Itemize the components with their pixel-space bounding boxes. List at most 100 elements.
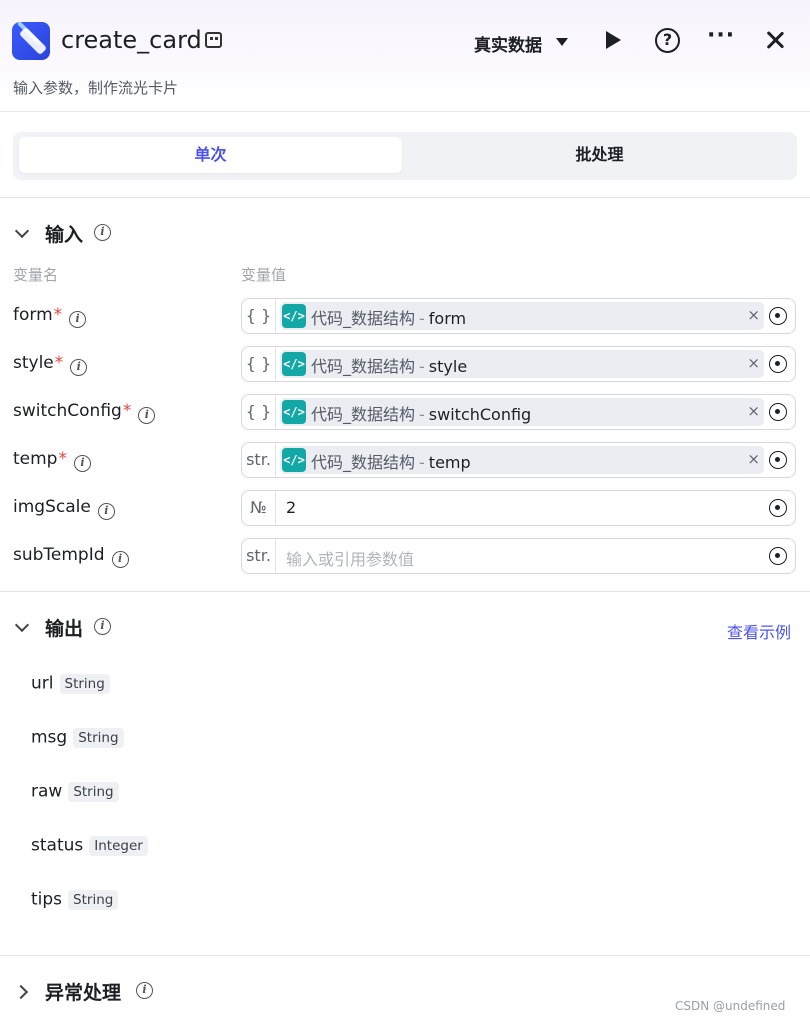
- output-name: tips: [31, 889, 63, 910]
- param-row: switchConfig* i{ } </> 代码_数据结构 - switchConfig…: [0, 394, 810, 430]
- node-header: create_card 真实数据 ? ··· 输入参数，制作流光卡片: [0, 0, 810, 112]
- reference-label: 代码_数据结构 - form: [311, 305, 466, 329]
- param-name-label: subTempId: [13, 545, 105, 565]
- param-name: imgScale i: [13, 497, 115, 520]
- variable-reference-chip[interactable]: </> 代码_数据结构 - temp ×: [280, 446, 764, 474]
- variable-picker-icon[interactable]: [769, 355, 787, 373]
- remove-reference-icon[interactable]: ×: [747, 354, 760, 372]
- output-type-badge: Integer: [89, 835, 148, 856]
- variable-reference-chip[interactable]: </> 代码_数据结构 - form ×: [280, 302, 764, 330]
- param-row: subTempId i str. 输入或引用参数值: [0, 538, 810, 574]
- param-row: imgScale i № 2: [0, 490, 810, 526]
- reference-variable: temp: [428, 453, 471, 472]
- param-name: temp* i: [13, 449, 91, 472]
- type-tag[interactable]: { }: [242, 299, 276, 333]
- reference-separator: -: [419, 453, 425, 472]
- info-icon[interactable]: i: [94, 618, 111, 635]
- param-value-field[interactable]: str. 输入或引用参数值: [241, 538, 796, 574]
- watermark: CSDN @undefined: [675, 999, 786, 1013]
- param-name-label: temp: [13, 449, 58, 469]
- type-tag[interactable]: №: [242, 491, 276, 525]
- code-icon: </>: [282, 352, 306, 376]
- variable-picker-icon[interactable]: [769, 307, 787, 325]
- robot-icon[interactable]: [205, 32, 222, 48]
- param-name: form* i: [13, 305, 87, 328]
- required-mark: *: [122, 401, 132, 421]
- reference-separator: -: [419, 405, 425, 424]
- type-tag[interactable]: str.: [242, 443, 276, 477]
- param-value-field[interactable]: str. </> 代码_数据结构 - temp ×: [241, 442, 796, 478]
- param-name-label: form: [13, 305, 53, 325]
- param-value-field[interactable]: № 2: [241, 490, 796, 526]
- reference-separator: -: [419, 357, 425, 376]
- reference-variable: form: [428, 309, 467, 328]
- output-row: msg String: [31, 727, 124, 753]
- tab-batch[interactable]: 批处理: [408, 137, 791, 173]
- output-name: raw: [31, 781, 63, 802]
- param-value-field[interactable]: { } </> 代码_数据结构 - form ×: [241, 298, 796, 334]
- chevron-down-icon[interactable]: [14, 223, 30, 239]
- output-type-badge: String: [68, 781, 119, 802]
- play-icon[interactable]: [606, 31, 621, 49]
- divider: [0, 197, 810, 198]
- column-header-value: 变量值: [241, 266, 287, 284]
- remove-reference-icon[interactable]: ×: [747, 306, 760, 324]
- param-value-input[interactable]: 输入或引用参数值: [286, 546, 414, 570]
- reference-node: 代码_数据结构: [311, 453, 416, 472]
- type-tag[interactable]: str.: [242, 539, 276, 573]
- info-icon[interactable]: i: [73, 455, 91, 472]
- chevron-down-icon[interactable]: [14, 617, 30, 633]
- node-description: 输入参数，制作流光卡片: [13, 79, 179, 97]
- reference-label: 代码_数据结构 - switchConfig: [311, 401, 531, 425]
- remove-reference-icon[interactable]: ×: [747, 402, 760, 420]
- close-icon[interactable]: [763, 28, 787, 52]
- tab-single[interactable]: 单次: [19, 137, 402, 173]
- variable-picker-icon[interactable]: [769, 547, 787, 565]
- variable-reference-chip[interactable]: </> 代码_数据结构 - style ×: [280, 350, 764, 378]
- reference-variable: style: [428, 357, 468, 376]
- type-tag[interactable]: { }: [242, 347, 276, 381]
- column-header-name: 变量名: [13, 266, 59, 284]
- input-section-title: 输入: [45, 224, 84, 246]
- output-row: tips String: [31, 889, 119, 915]
- more-icon[interactable]: ···: [707, 25, 735, 47]
- info-icon[interactable]: i: [94, 224, 111, 241]
- chevron-right-icon[interactable]: [13, 984, 29, 1000]
- param-name: switchConfig* i: [13, 401, 156, 424]
- param-value-field[interactable]: { } </> 代码_数据结构 - style ×: [241, 346, 796, 382]
- param-row: style* i { } </> 代码_数据结构 - style ×: [0, 346, 810, 382]
- info-icon[interactable]: i: [136, 982, 153, 999]
- data-mode-select[interactable]: 真实数据: [474, 31, 542, 56]
- param-name: style* i: [13, 353, 88, 376]
- type-tag[interactable]: { }: [242, 395, 276, 429]
- param-name-label: imgScale: [13, 497, 91, 517]
- app-logo-icon: [12, 22, 50, 60]
- param-value-input[interactable]: 2: [286, 498, 296, 517]
- param-value-field[interactable]: { } </> 代码_数据结构 - switchConfig ×: [241, 394, 796, 430]
- variable-picker-icon[interactable]: [769, 451, 787, 469]
- variable-reference-chip[interactable]: </> 代码_数据结构 - switchConfig ×: [280, 398, 764, 426]
- info-icon[interactable]: i: [70, 359, 88, 376]
- reference-node: 代码_数据结构: [311, 357, 416, 376]
- output-name: url: [31, 673, 54, 694]
- output-type-badge: String: [59, 673, 110, 694]
- code-icon: </>: [282, 400, 306, 424]
- divider: [0, 591, 810, 592]
- caret-down-icon[interactable]: [556, 38, 568, 46]
- required-mark: *: [53, 305, 63, 325]
- info-icon[interactable]: i: [69, 311, 87, 328]
- reference-separator: -: [419, 309, 425, 328]
- info-icon[interactable]: i: [138, 407, 156, 424]
- variable-picker-icon[interactable]: [769, 403, 787, 421]
- info-icon[interactable]: i: [97, 503, 115, 520]
- variable-picker-icon[interactable]: [769, 499, 787, 517]
- param-row: temp* i str. </> 代码_数据结构 - temp ×: [0, 442, 810, 478]
- node-title[interactable]: create_card: [61, 26, 202, 54]
- error-section-title: 异常处理: [45, 982, 122, 1004]
- output-name: msg: [31, 727, 68, 748]
- help-icon[interactable]: ?: [655, 28, 680, 53]
- view-example-link[interactable]: 查看示例: [727, 619, 791, 643]
- reference-label: 代码_数据结构 - temp: [311, 449, 471, 473]
- info-icon[interactable]: i: [111, 551, 129, 568]
- remove-reference-icon[interactable]: ×: [747, 450, 760, 468]
